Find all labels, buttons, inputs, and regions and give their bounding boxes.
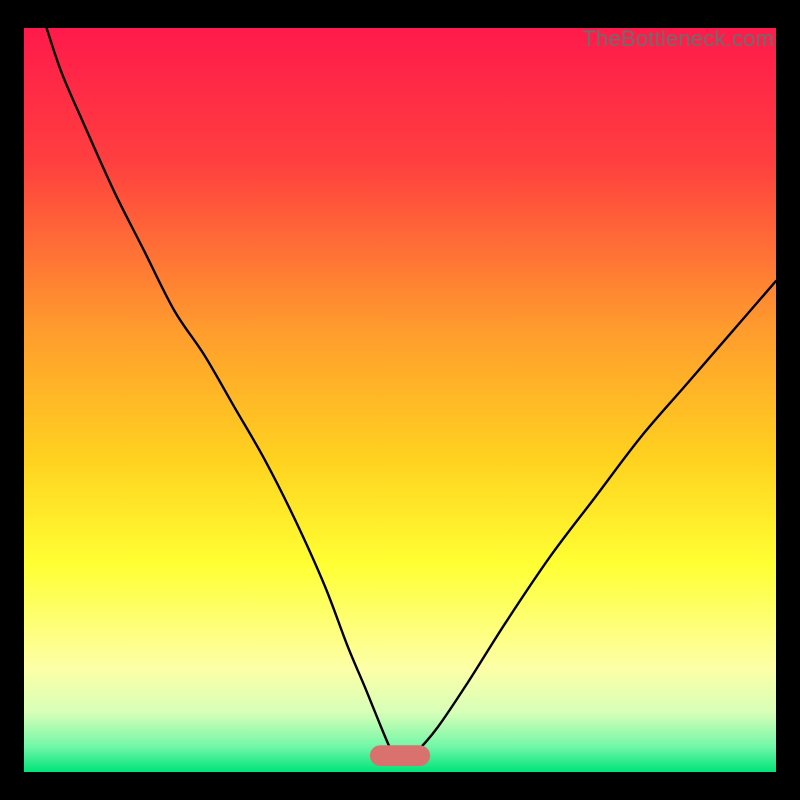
bottleneck-chart xyxy=(24,28,776,772)
bottleneck-marker xyxy=(370,745,430,766)
chart-frame: TheBottleneck.com xyxy=(10,10,790,790)
plot-area: TheBottleneck.com xyxy=(24,28,776,772)
watermark-label: TheBottleneck.com xyxy=(582,26,774,52)
gradient-background xyxy=(24,28,776,772)
